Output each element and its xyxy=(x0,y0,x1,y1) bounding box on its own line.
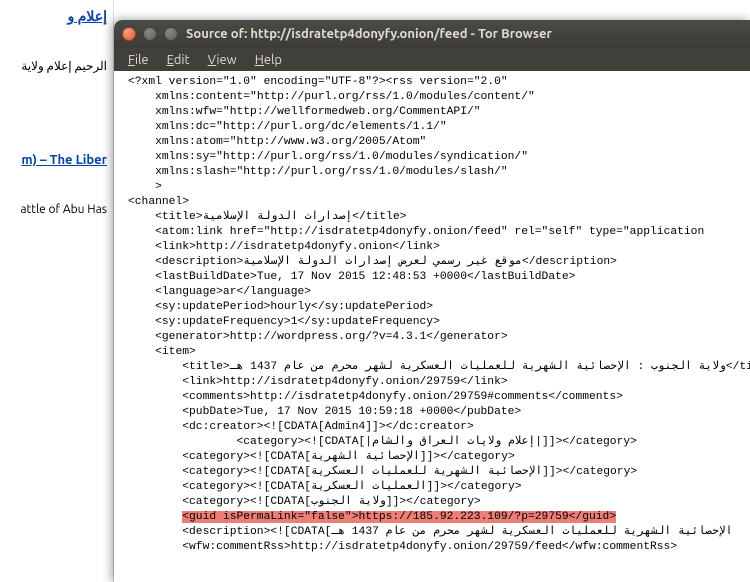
source-line: <dc:creator><![CDATA[Admin4]]></dc:creat… xyxy=(128,420,750,435)
source-line: <language>ar</language> xyxy=(128,285,750,300)
menu-edit-rest: dit xyxy=(174,53,190,67)
menu-view-rest: iew xyxy=(216,53,236,67)
source-line: <guid isPermaLink="false">https://185.92… xyxy=(128,510,750,525)
window-title: Source of: http://isdratetp4donyfy.onion… xyxy=(186,27,552,41)
source-line: <sy:updatePeriod>hourly</sy:updatePeriod… xyxy=(128,300,750,315)
menu-file-rest: ile xyxy=(135,53,149,67)
source-line: <description><![CDATA[الإحصائية الشهرية … xyxy=(128,525,750,540)
menu-help-rest: elp xyxy=(264,53,282,67)
source-line: <category><![CDATA[ولاية الجنوب]]></cate… xyxy=(128,495,750,510)
menu-edit[interactable]: Edit xyxy=(159,52,198,68)
menubar: File Edit View Help xyxy=(114,48,750,71)
source-line: xmlns:wfw="http://wellformedweb.org/Comm… xyxy=(128,105,750,120)
source-line: <category><![CDATA[|إعلام ولايات العراق … xyxy=(128,435,750,450)
close-icon[interactable] xyxy=(122,27,136,41)
minimize-icon[interactable] xyxy=(143,27,157,41)
bg-link-2[interactable]: m) – The Liber xyxy=(6,153,107,167)
source-line: <?xml version="1.0" encoding="UTF-8"?><r… xyxy=(128,75,750,90)
source-line: <channel> xyxy=(128,195,750,210)
source-line: xmlns:sy="http://purl.org/rss/1.0/module… xyxy=(128,150,750,165)
source-line: <atom:link href="http://isdratetp4donyfy… xyxy=(128,225,750,240)
window-controls xyxy=(122,27,178,41)
source-line: <generator>http://wordpress.org/?v=4.3.1… xyxy=(128,330,750,345)
source-line: <item> xyxy=(128,345,750,360)
source-content[interactable]: <?xml version="1.0" encoding="UTF-8"?><r… xyxy=(114,71,750,582)
source-line: <comments>http://isdratetp4donyfy.onion/… xyxy=(128,390,750,405)
source-line: xmlns:atom="http://www.w3.org/2005/Atom" xyxy=(128,135,750,150)
source-line: xmlns:dc="http://purl.org/dc/elements/1.… xyxy=(128,120,750,135)
source-line: <link>http://isdratetp4donyfy.onion</lin… xyxy=(128,240,750,255)
menu-file[interactable]: File xyxy=(120,52,157,68)
menu-view[interactable]: View xyxy=(200,52,245,68)
maximize-icon[interactable] xyxy=(164,27,178,41)
source-line: xmlns:content="http://purl.org/rss/1.0/m… xyxy=(128,90,750,105)
source-line: <title>ولاية الجنوب : الإحصائية الشهرية … xyxy=(128,360,750,375)
titlebar[interactable]: Source of: http://isdratetp4donyfy.onion… xyxy=(114,20,750,48)
source-line: <category><![CDATA[الإحصائية الشهرية للع… xyxy=(128,465,750,480)
source-line: <link>http://isdratetp4donyfy.onion/2975… xyxy=(128,375,750,390)
source-viewer-window: Source of: http://isdratetp4donyfy.onion… xyxy=(114,20,750,582)
source-line: <wfw:commentRss>http://isdratetp4donyfy.… xyxy=(128,540,750,555)
source-line: <title>إصدارات الدولة الإسلامية</title> xyxy=(128,210,750,225)
source-line: <description>موقع غير رسمي لعرض إصدارات … xyxy=(128,255,750,270)
source-line: > xyxy=(128,180,750,195)
bg-text-2: attle of Abu Has xyxy=(6,203,107,216)
source-line: <sy:updateFrequency>1</sy:updateFrequenc… xyxy=(128,315,750,330)
source-line: <pubDate>Tue, 17 Nov 2015 10:59:18 +0000… xyxy=(128,405,750,420)
bg-link-1[interactable]: إعلام و xyxy=(6,8,107,25)
menu-help[interactable]: Help xyxy=(247,52,290,68)
source-line: xmlns:slash="http://purl.org/rss/1.0/mod… xyxy=(128,165,750,180)
bg-text-1: الرحيم إعلام ولاية xyxy=(6,59,107,73)
source-line: <category><![CDATA[العمليات العسكرية]]><… xyxy=(128,480,750,495)
source-line: <lastBuildDate>Tue, 17 Nov 2015 12:48:53… xyxy=(128,270,750,285)
page-behind: إعلام و الرحيم إعلام ولاية m) – The Libe… xyxy=(0,0,114,582)
source-line: <category><![CDATA[الإحصائية الشهرية]]><… xyxy=(128,450,750,465)
